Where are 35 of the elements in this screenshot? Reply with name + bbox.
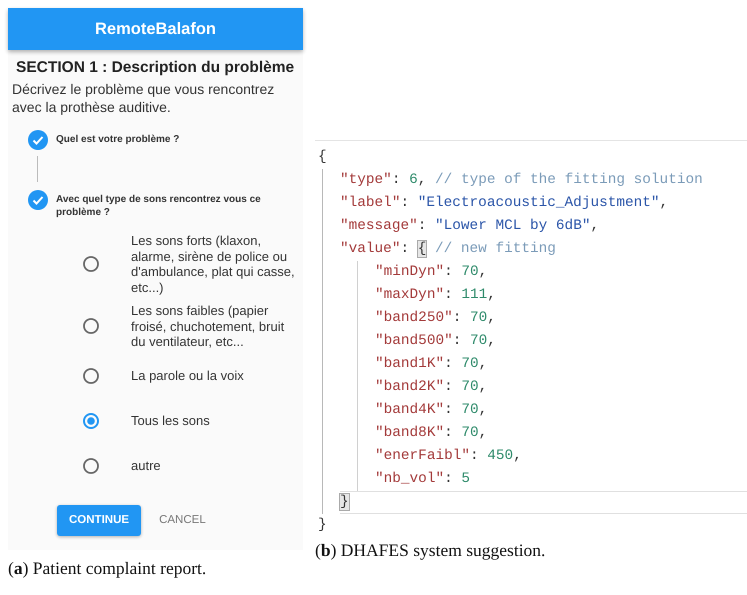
code-line: "message": "Lower MCL by 6dB", <box>340 217 600 236</box>
step-label: Avec quel type de sons rencontrez vous ce problème ? <box>56 193 262 219</box>
code-line: "maxDyn": 111, <box>375 286 497 305</box>
radio-button[interactable] <box>83 458 99 474</box>
code-line: "value": { // new fitting <box>340 240 557 259</box>
cancel-button[interactable]: CANCEL <box>147 504 218 536</box>
code-line: "enerFaibl": 450, <box>375 447 523 466</box>
code-line: "band1K": 70, <box>375 355 488 374</box>
code-line: } <box>340 491 747 514</box>
step-label: Quel est votre problème ? <box>56 133 180 146</box>
option-label[interactable]: Tous les sons <box>131 413 299 429</box>
figure-caption: (a) Patient complaint report. <box>8 558 206 578</box>
option-label[interactable]: autre <box>131 458 299 474</box>
code-line: "nb_vol": 5 <box>375 470 472 489</box>
option-label[interactable]: Les sons faibles (papier froisé, chuchotement, bruit du ventilateur, etc... <box>131 303 299 350</box>
radio-button[interactable] <box>83 368 99 384</box>
radio-button[interactable] <box>83 256 99 272</box>
code-line: "type": 6, // type of the fitting solution <box>340 171 704 190</box>
app-title: RemoteBalafon <box>94 20 216 38</box>
code-line: "band500": 70, <box>375 332 497 351</box>
section-title: SECTION 1 : Description du problème <box>16 59 294 77</box>
code-line: "minDyn": 70, <box>375 263 488 282</box>
code-line: { <box>318 148 328 167</box>
code-line: } <box>318 516 328 532</box>
code-line: "band2K": 70, <box>375 378 488 397</box>
figure-caption: (b) DHAFES system suggestion. <box>315 540 546 560</box>
code-line: "band4K": 70, <box>375 401 488 420</box>
description-text: Décrivez le problème que vous rencontrez avec la prothèse auditive. <box>12 80 276 116</box>
radio-button[interactable] <box>83 413 99 429</box>
code-line: "band250": 70, <box>375 309 497 328</box>
radio-button[interactable] <box>83 318 99 334</box>
code-line: "label": "Electroacoustic_Adjustment", <box>340 194 670 213</box>
option-label[interactable]: La parole ou la voix <box>131 368 299 384</box>
option-label[interactable]: Les sons forts (klaxon, alarme, sirène de police ou d'ambulance, plat qui casse, etc...) <box>131 233 299 295</box>
code-line: "band8K": 70, <box>375 424 488 443</box>
